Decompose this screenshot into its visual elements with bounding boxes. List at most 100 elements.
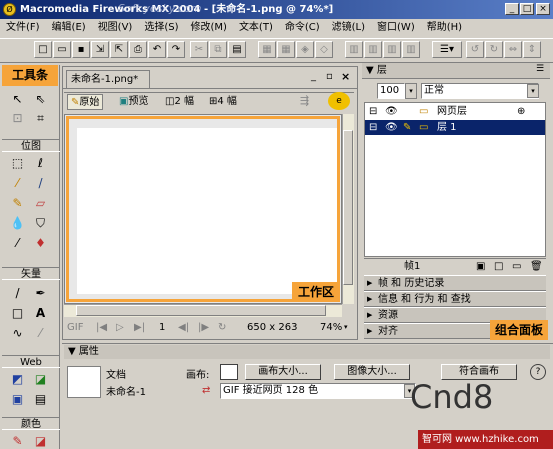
menu-commands[interactable]: 命令(C) xyxy=(279,19,326,37)
save-icon[interactable]: ▪ xyxy=(72,41,90,58)
fill-color-icon[interactable]: ◪ xyxy=(32,433,49,449)
print-icon[interactable]: ⎙ xyxy=(129,41,147,58)
blur-icon[interactable]: 💧 xyxy=(9,215,26,231)
cut-icon[interactable]: ✂ xyxy=(190,41,208,58)
menu-view[interactable]: 视图(V) xyxy=(92,19,139,37)
canvas[interactable] xyxy=(77,128,337,294)
redo-icon[interactable]: ↷ xyxy=(167,41,185,58)
flip-v-icon[interactable]: ⇕ xyxy=(523,41,541,58)
layer-row-1[interactable]: ⊟ 👁 ✎ ▭ 层 1 xyxy=(365,120,545,135)
loop-icon[interactable]: ↻ xyxy=(218,318,226,337)
duplicate-layer-icon[interactable]: ▭ xyxy=(512,259,521,275)
properties-header[interactable]: ▼ 属性 xyxy=(64,345,550,359)
panel-frames-history[interactable]: 帧 和 历史记录 xyxy=(364,275,546,291)
pointer-icon[interactable]: ↖ xyxy=(9,91,26,107)
align-dropdown-icon[interactable]: ☰▾ xyxy=(432,41,462,58)
open-icon[interactable]: ▭ xyxy=(53,41,71,58)
tab-preview[interactable]: ▣预览 xyxy=(116,94,151,110)
minimize-button[interactable]: _ xyxy=(505,3,519,15)
collapse-arrow-icon[interactable]: ▼ xyxy=(366,65,374,76)
bring-front-icon[interactable]: ▥ xyxy=(345,41,363,58)
doc-restore-icon[interactable]: ▫ xyxy=(326,71,333,82)
doc-close-icon[interactable]: × xyxy=(341,70,350,83)
close-button[interactable]: × xyxy=(536,3,550,15)
marquee-icon[interactable]: ⬚ xyxy=(9,155,26,171)
lasso-icon[interactable]: ℓ xyxy=(32,155,49,171)
delete-layer-icon[interactable]: 🗑 xyxy=(530,259,543,275)
rotate-left-icon[interactable]: ↺ xyxy=(466,41,484,58)
opacity-field[interactable]: 100 xyxy=(377,83,405,99)
hotspot-icon[interactable]: ◩ xyxy=(9,371,26,387)
preview-in-browser-icon[interactable]: e xyxy=(328,92,350,110)
bring-forward-icon[interactable]: ▥ xyxy=(364,41,382,58)
expand-icon[interactable]: ⊟ xyxy=(369,120,377,135)
import-icon[interactable]: ⇲ xyxy=(91,41,109,58)
send-back-icon[interactable]: ▥ xyxy=(402,41,420,58)
scale-icon[interactable]: ⊡ xyxy=(9,110,26,126)
optimize-select[interactable]: GIF 接近网页 128 色 xyxy=(220,383,416,399)
tab-2up[interactable]: ◫2 幅 xyxy=(162,94,197,110)
new-layer-icon[interactable]: □ xyxy=(494,259,503,275)
stroke-color-icon[interactable]: ✎ xyxy=(9,433,26,449)
menu-edit[interactable]: 编辑(E) xyxy=(46,19,92,37)
text-icon[interactable]: A xyxy=(32,305,49,321)
expand-icon[interactable]: ⊟ xyxy=(369,104,377,119)
menu-modify[interactable]: 修改(M) xyxy=(185,19,233,37)
panel-options-icon[interactable]: ☰ xyxy=(536,64,544,74)
eyedropper-icon[interactable]: ⁄ xyxy=(9,235,26,251)
crop-icon[interactable]: ⌗ xyxy=(32,110,49,126)
tab-4up[interactable]: ⊞4 幅 xyxy=(206,94,240,110)
tab-original[interactable]: ✎原始 xyxy=(67,94,104,110)
layer-row-web[interactable]: ⊟ 👁 ▭ 网页层 ⊕ xyxy=(365,104,545,119)
play-icon[interactable]: ▷ xyxy=(116,318,124,337)
next-frame-icon[interactable]: |▶ xyxy=(198,318,209,337)
help-icon[interactable]: ? xyxy=(530,364,546,380)
eye-icon[interactable]: 👁 xyxy=(385,120,398,135)
export-icon[interactable]: ⇱ xyxy=(110,41,128,58)
eye-icon[interactable]: 👁 xyxy=(385,104,398,119)
join-icon[interactable]: ◈ xyxy=(296,41,314,58)
pen-icon[interactable]: ✒ xyxy=(32,285,49,301)
prev-frame-icon[interactable]: ◀| xyxy=(178,318,189,337)
zoom-dropdown-icon[interactable]: ▾ xyxy=(344,318,348,337)
maximize-button[interactable]: □ xyxy=(520,3,534,15)
show-slices-icon[interactable]: ▤ xyxy=(32,391,49,407)
menu-file[interactable]: 文件(F) xyxy=(0,19,46,37)
panel-info-behaviors[interactable]: 信息 和 行为 和 查找 xyxy=(364,291,546,307)
copy-icon[interactable]: ⧉ xyxy=(209,41,227,58)
menu-help[interactable]: 帮助(H) xyxy=(421,19,468,37)
image-size-button[interactable]: 图像大小... xyxy=(334,364,410,380)
subselect-icon[interactable]: ⇖ xyxy=(32,91,49,107)
menu-select[interactable]: 选择(S) xyxy=(138,19,184,37)
paint-bucket-icon[interactable]: ♦ xyxy=(32,235,49,251)
zoom-level[interactable]: 74% xyxy=(320,318,342,337)
blend-dropdown-icon[interactable]: ▾ xyxy=(527,84,539,98)
menu-filters[interactable]: 滤镜(L) xyxy=(326,19,371,37)
eraser-icon[interactable]: ▱ xyxy=(32,195,49,211)
vertical-scroll-thumb[interactable] xyxy=(343,130,353,285)
rubber-stamp-icon[interactable]: ⛉ xyxy=(32,215,49,231)
first-frame-icon[interactable]: |◀ xyxy=(96,318,107,337)
magic-wand-icon[interactable]: ⁄ xyxy=(9,175,26,191)
blend-mode-select[interactable]: 正常 xyxy=(421,83,539,99)
pencil-edit-icon[interactable]: ✎ xyxy=(403,120,411,135)
document-tab[interactable]: 未命名-1.png* xyxy=(66,70,150,88)
pencil-icon[interactable]: ✎ xyxy=(9,195,26,211)
last-frame-icon[interactable]: ▶| xyxy=(134,318,145,337)
undo-icon[interactable]: ↶ xyxy=(148,41,166,58)
rotate-right-icon[interactable]: ↻ xyxy=(485,41,503,58)
paste-icon[interactable]: ▤ xyxy=(228,41,246,58)
menu-window[interactable]: 窗口(W) xyxy=(371,19,421,37)
new-sublayer-icon[interactable]: ▣ xyxy=(476,259,485,275)
menu-text[interactable]: 文本(T) xyxy=(233,19,279,37)
freeform-icon[interactable]: ∿ xyxy=(9,325,26,341)
flip-h-icon[interactable]: ⇔ xyxy=(504,41,522,58)
canvas-size-button[interactable]: 画布大小... xyxy=(245,364,321,380)
knife-icon[interactable]: ⁄ xyxy=(32,325,49,341)
ungroup-icon[interactable]: ▦ xyxy=(277,41,295,58)
horizontal-scroll-thumb[interactable] xyxy=(76,305,326,316)
send-backward-icon[interactable]: ▥ xyxy=(383,41,401,58)
split-icon[interactable]: ◇ xyxy=(315,41,333,58)
line-icon[interactable]: / xyxy=(9,285,26,301)
brush-icon[interactable]: / xyxy=(32,175,49,191)
